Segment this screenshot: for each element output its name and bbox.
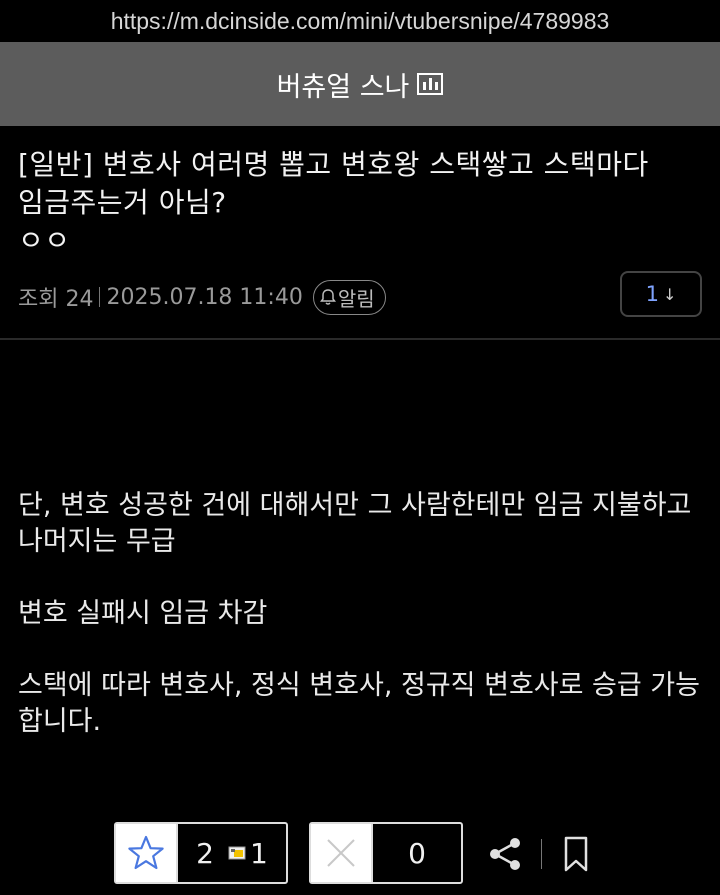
recommend-star-cell[interactable]: [116, 824, 178, 882]
comment-jump-button[interactable]: 1 ↓: [620, 271, 702, 317]
gallery-header: 버츄얼 스나: [0, 42, 720, 126]
post-body: 단, 변호 성공한 건에 대해서만 그 사람한테만 임금 지불하고 나머지는 무…: [0, 488, 720, 740]
alarm-label: 알림: [337, 286, 375, 311]
share-icon[interactable]: [487, 836, 523, 872]
nonrecommend-count: 0: [408, 836, 426, 870]
post-title-line: 임금주는거 아님?: [18, 186, 227, 219]
gallery-title[interactable]: 버츄얼 스나: [277, 65, 410, 104]
recommend-count: 2: [196, 836, 214, 870]
nonrecommend-button[interactable]: 0: [309, 822, 463, 884]
bell-icon: [319, 289, 336, 305]
post-header: [일반] 변호사 여러명 뽑고 변호왕 스택쌓고 스택마다 임금주는거 아님? …: [0, 126, 720, 320]
view-count: 조회 24: [18, 287, 94, 312]
action-divider: [541, 839, 542, 869]
url-text: https://m.dcinside.com/mini/vtubersnipe/…: [110, 8, 610, 34]
recommend-button[interactable]: 2 1: [114, 822, 288, 884]
fixed-recommend-icon: [228, 846, 246, 860]
body-paragraph: 스택에 따라 변호사, 정식 변호사, 정규직 변호사로 승급 가능합니다.: [18, 670, 700, 737]
comment-count: 1: [645, 282, 659, 306]
mini-gallery-icon: [417, 73, 444, 95]
header-divider: [0, 338, 720, 340]
body-paragraph: 변호 실패시 임금 차감: [18, 598, 268, 629]
recommend-count-cell: 2 1: [178, 824, 286, 882]
post-title: [일반] 변호사 여러명 뽑고 변호왕 스택쌓고 스택마다 임금주는거 아님? …: [18, 146, 702, 260]
x-icon: [327, 839, 355, 867]
nonrecommend-count-cell: 0: [373, 824, 461, 882]
bookmark-icon[interactable]: [561, 835, 591, 873]
post-meta: 조회 24 2025.07.18 11:40 알림 1 ↓: [18, 271, 702, 320]
browser-url-bar[interactable]: https://m.dcinside.com/mini/vtubersnipe/…: [0, 0, 720, 42]
star-icon: [128, 835, 164, 870]
alarm-button[interactable]: 알림: [312, 279, 386, 315]
post-title-line: [일반] 변호사 여러명 뽑고 변호왕 스택쌓고 스택마다: [18, 148, 649, 181]
nonrecommend-x-cell[interactable]: [311, 824, 373, 882]
post-author[interactable]: ㅇㅇ: [18, 222, 702, 260]
post-actions: 2 1 0: [0, 822, 720, 886]
meta-divider: [99, 287, 101, 307]
body-paragraph: 단, 변호 성공한 건에 대해서만 그 사람한테만 임금 지불하고 나머지는 무…: [18, 490, 692, 557]
post-datetime: 2025.07.18 11:40: [106, 284, 303, 310]
fixed-recommend-count: 1: [250, 836, 268, 870]
arrow-down-icon: ↓: [662, 284, 677, 304]
